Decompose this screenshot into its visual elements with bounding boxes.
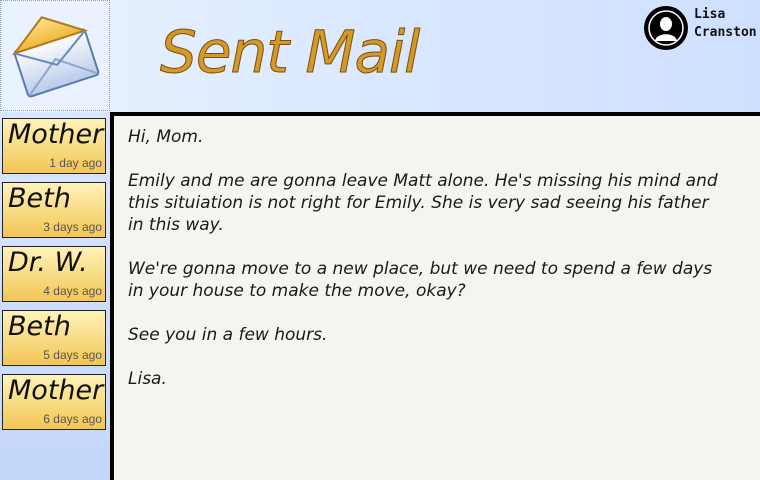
message-body: Hi, Mom. Emily and me are gonna leave Ma…: [128, 126, 718, 412]
contact-name: Beth: [8, 183, 71, 214]
header: Sent Mail Lisa Cranston: [0, 0, 760, 112]
contact-time: 6 days ago: [43, 412, 102, 426]
contact-time: 1 day ago: [49, 156, 102, 170]
message-greeting: Hi, Mom.: [128, 127, 204, 147]
contact-time: 4 days ago: [43, 284, 102, 298]
message-paragraph: Emily and me are gonna leave Matt alone.…: [128, 171, 718, 235]
page-title: Sent Mail: [159, 18, 420, 87]
contact-name: Dr. W.: [8, 247, 88, 278]
sidebar-item-mother[interactable]: Mother 1 day ago: [2, 118, 106, 174]
message-paragraph: We're gonna move to a new place, but we …: [128, 259, 713, 301]
message-signature: Lisa.: [128, 369, 167, 389]
sidebar-item-dr-w[interactable]: Dr. W. 4 days ago: [2, 246, 106, 302]
user-name: Lisa Cranston: [694, 6, 757, 42]
sidebar-item-beth-2[interactable]: Beth 5 days ago: [2, 310, 106, 366]
user-profile[interactable]: Lisa Cranston: [644, 6, 757, 50]
contact-name: Beth: [8, 311, 71, 342]
sidebar-item-mother-2[interactable]: Mother 6 days ago: [2, 374, 106, 430]
message-panel: Hi, Mom. Emily and me are gonna leave Ma…: [110, 112, 760, 480]
contact-time: 5 days ago: [43, 348, 102, 362]
user-first-name: Lisa: [694, 7, 726, 22]
sidebar-item-beth[interactable]: Beth 3 days ago: [2, 182, 106, 238]
contact-time: 3 days ago: [43, 220, 102, 234]
user-last-name: Cranston: [694, 25, 757, 40]
user-silhouette-icon: [644, 6, 688, 50]
sidebar: Mother 1 day ago Beth 3 days ago Dr. W. …: [0, 112, 110, 480]
app-logo: [0, 0, 110, 111]
contact-name: Mother: [8, 375, 104, 406]
envelope-icon: [11, 16, 100, 98]
contact-name: Mother: [8, 119, 104, 150]
message-paragraph: See you in a few hours.: [128, 325, 328, 345]
